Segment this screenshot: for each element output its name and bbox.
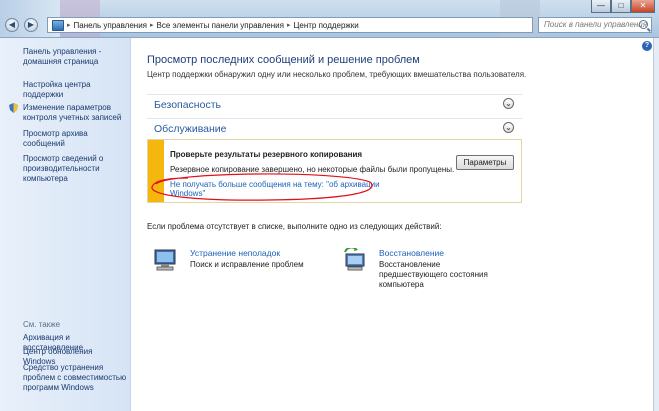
section-security[interactable]: Безопасность ⌄: [147, 94, 522, 115]
sidebar-link-setup[interactable]: Настройка центра поддержки: [23, 80, 123, 100]
search-icon[interactable]: [639, 20, 648, 29]
back-button[interactable]: ◀: [5, 18, 19, 32]
sidebar-link-uac[interactable]: Изменение параметров контроля учетных за…: [23, 103, 127, 123]
sidebar-link-performance[interactable]: Просмотр сведений о производительности к…: [23, 154, 123, 184]
search-placeholder: Поиск в панели управления: [544, 20, 648, 29]
recovery-icon: [342, 246, 368, 272]
minimize-button[interactable]: —: [591, 0, 611, 13]
maximize-button[interactable]: □: [611, 0, 631, 13]
page-subtitle: Центр поддержки обнаружил одну или неско…: [147, 70, 527, 79]
right-edge: [653, 38, 659, 411]
breadcrumb-item[interactable]: Панель управления: [74, 21, 148, 30]
sidebar-link-home[interactable]: Панель управления - домашняя страница: [23, 47, 123, 67]
action-title[interactable]: Восстановление: [379, 248, 444, 258]
section-label: Обслуживание: [154, 123, 227, 135]
recovery-action[interactable]: Восстановление Восстановление предшеству…: [342, 246, 492, 289]
section-label: Безопасность: [154, 99, 221, 111]
title-bar: ◀ ▶ ▸ Панель управления ▸ Все элементы п…: [0, 0, 659, 38]
breadcrumb-item[interactable]: Центр поддержки: [293, 21, 358, 30]
breadcrumb-separator-icon[interactable]: ▸: [287, 21, 291, 29]
address-bar[interactable]: ▸ Панель управления ▸ Все элементы панел…: [47, 17, 533, 33]
close-button[interactable]: ✕: [631, 0, 655, 13]
action-description: Восстановление предшествующего состояния…: [379, 260, 488, 289]
page-title: Просмотр последних сообщений и решение п…: [147, 54, 420, 66]
settings-button[interactable]: Параметры: [456, 155, 514, 170]
sidebar-link-compat[interactable]: Средство устранения проблем с совместимо…: [23, 363, 127, 393]
see-also-heading: См. также: [23, 320, 61, 329]
breadcrumb-item[interactable]: Все элементы панели управления: [157, 21, 284, 30]
uac-shield-icon: [9, 103, 18, 113]
window-controls: — □ ✕: [591, 0, 655, 13]
chevron-down-icon[interactable]: ⌄: [503, 98, 514, 109]
control-panel-icon: [52, 19, 64, 31]
breadcrumb-separator-icon[interactable]: ▸: [150, 21, 154, 29]
main-content: Просмотр последних сообщений и решение п…: [131, 38, 659, 411]
actions-prompt: Если проблема отсутствует в списке, выпо…: [147, 222, 442, 231]
action-description: Поиск и исправление проблем: [190, 260, 304, 269]
red-annotation-circle: [151, 173, 373, 201]
sidebar: Панель управления - домашняя страница На…: [0, 38, 131, 411]
breadcrumb-separator-icon[interactable]: ▸: [67, 21, 71, 29]
troubleshooting-action[interactable]: Устранение неполадок Поиск и исправление…: [153, 248, 304, 278]
chevron-down-icon[interactable]: ⌄: [503, 122, 514, 133]
help-icon[interactable]: ?: [642, 41, 652, 51]
alert-title: Проверьте результаты резервного копирова…: [170, 150, 363, 159]
search-input[interactable]: Поиск в панели управления: [538, 17, 652, 33]
section-maintenance[interactable]: Обслуживание ⌄: [147, 118, 522, 139]
troubleshooting-icon: [153, 248, 179, 272]
action-title[interactable]: Устранение неполадок: [190, 248, 280, 258]
forward-button[interactable]: ▶: [24, 18, 38, 32]
sidebar-link-archive[interactable]: Просмотр архива сообщений: [23, 129, 123, 149]
